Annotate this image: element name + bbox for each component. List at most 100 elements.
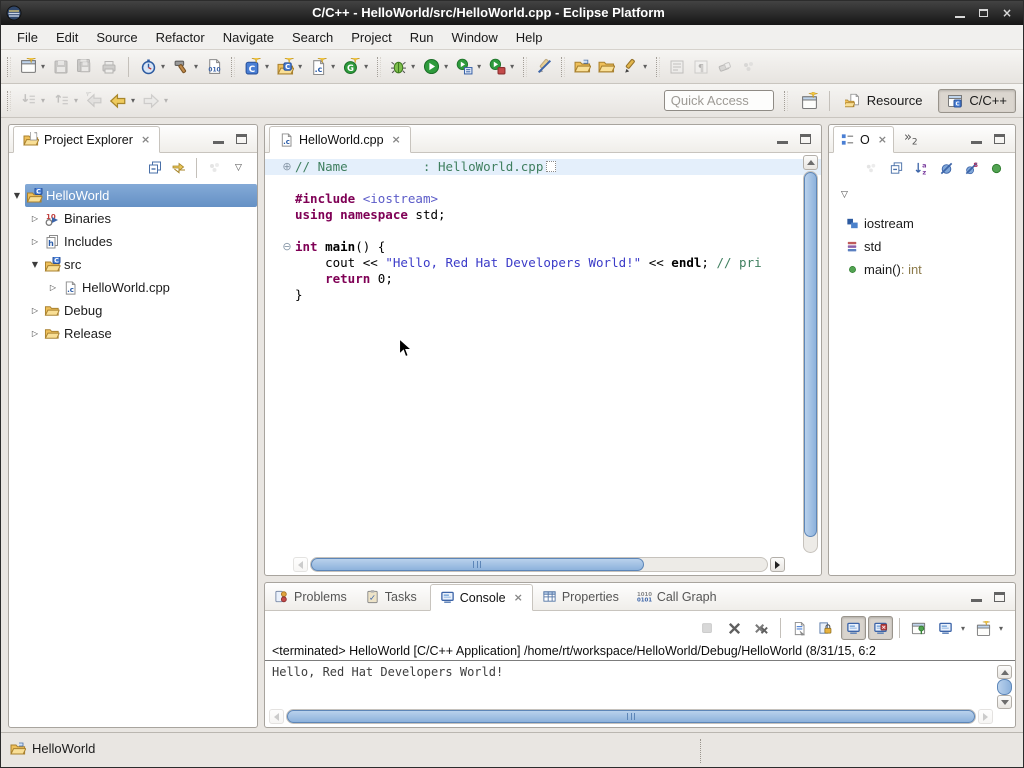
marker-pen-dropdown[interactable]: ▾	[643, 62, 647, 71]
new-gprof-button[interactable]: G	[339, 55, 363, 79]
menu-help[interactable]: Help	[507, 27, 552, 48]
tree-row-src[interactable]: ▼ src	[9, 253, 257, 276]
save-all-button[interactable]	[73, 55, 97, 79]
new-c-source-button[interactable]	[306, 55, 330, 79]
menu-run[interactable]: Run	[401, 27, 443, 48]
scroll-down-button[interactable]	[997, 695, 1012, 709]
debug-dropdown[interactable]: ▾	[411, 62, 415, 71]
open-console-button[interactable]	[971, 616, 996, 640]
clear-formatting-button[interactable]	[713, 55, 737, 79]
minimize-editor-button[interactable]	[777, 141, 788, 144]
menu-navigate[interactable]: Navigate	[214, 27, 283, 48]
console-vertical-scrollbar[interactable]	[997, 665, 1012, 711]
project-explorer-tab[interactable]: Project Explorer ×	[13, 126, 160, 153]
fold-collapsed-icon[interactable]: ⊕	[279, 159, 295, 175]
display-console-button[interactable]	[933, 616, 958, 640]
scroll-right-button[interactable]	[770, 557, 785, 572]
new-dropdown[interactable]: ▾	[41, 62, 45, 71]
debug-button[interactable]	[386, 55, 410, 79]
expander-icon[interactable]: ▷	[27, 306, 43, 315]
profile-button[interactable]	[136, 55, 160, 79]
close-icon[interactable]: ×	[878, 133, 887, 146]
menu-search[interactable]: Search	[283, 27, 342, 48]
tree-row-debug[interactable]: ▷ Debug	[9, 299, 257, 322]
scrollbar-thumb[interactable]	[311, 558, 644, 571]
new-c-project-button[interactable]	[240, 55, 264, 79]
scrollbar-thumb[interactable]	[287, 710, 975, 723]
open-perspective-button[interactable]	[798, 89, 822, 113]
perspective-cpp-button[interactable]: C C/C++	[938, 89, 1016, 113]
toolbar-drag-handle[interactable]	[523, 57, 527, 77]
maximize-view-button[interactable]	[994, 134, 1005, 144]
new-button[interactable]	[16, 55, 40, 79]
scroll-up-button[interactable]	[803, 155, 818, 170]
scrollbar-track[interactable]	[803, 171, 818, 553]
forward-dropdown[interactable]: ▾	[164, 96, 168, 105]
previous-annotation-button[interactable]	[49, 89, 73, 113]
scrollbar-thumb[interactable]	[804, 172, 817, 537]
close-icon[interactable]: ×	[141, 133, 150, 146]
menu-window[interactable]: Window	[443, 27, 507, 48]
toolbar-drag-handle[interactable]	[7, 91, 11, 111]
previous-annotation-dropdown[interactable]: ▾	[74, 96, 78, 105]
view-menu-button[interactable]: ▽	[841, 190, 848, 200]
editor-horizontal-scrollbar[interactable]	[293, 557, 785, 572]
new-gprof-dropdown[interactable]: ▾	[364, 62, 368, 71]
show-whitespace-button[interactable]: ¶	[689, 55, 713, 79]
console-horizontal-scrollbar[interactable]	[269, 709, 993, 724]
new-c-folder-dropdown[interactable]: ▾	[298, 62, 302, 71]
properties-tab[interactable]: Properties	[533, 583, 628, 610]
pin-console-button[interactable]	[906, 616, 931, 640]
minimize-view-button[interactable]	[213, 141, 224, 144]
more-tools-button[interactable]	[737, 55, 761, 79]
toolbar-drag-handle[interactable]	[561, 57, 565, 77]
run-button[interactable]	[419, 55, 443, 79]
outline-item-main[interactable]: main() : int	[829, 258, 1015, 281]
toolbar-drag-handle[interactable]	[377, 57, 381, 77]
build-button[interactable]	[169, 55, 193, 79]
expander-icon[interactable]: ▷	[27, 214, 43, 223]
console-tab[interactable]: Console ×	[430, 584, 533, 611]
link-with-editor-button[interactable]	[168, 158, 189, 178]
outline-tab[interactable]: O ×	[833, 126, 894, 153]
toolbar-drag-handle[interactable]	[7, 57, 11, 77]
focus-button[interactable]	[861, 158, 882, 178]
show-source-button[interactable]	[665, 55, 689, 79]
scrollbar-track[interactable]	[286, 709, 976, 724]
remove-launch-button[interactable]	[722, 616, 747, 640]
expander-icon[interactable]: ▼	[27, 260, 43, 269]
marker-pen-button[interactable]	[618, 55, 642, 79]
collapse-all-button[interactable]	[886, 158, 907, 178]
folded-region-indicator[interactable]	[546, 161, 556, 172]
maximize-view-button[interactable]	[236, 134, 247, 144]
view-menu-button[interactable]: ▽	[228, 158, 249, 178]
expander-icon[interactable]: ▷	[27, 237, 43, 246]
expander-icon[interactable]: ▷	[45, 283, 61, 292]
clear-console-button[interactable]	[787, 616, 812, 640]
menu-source[interactable]: Source	[87, 27, 146, 48]
menu-project[interactable]: Project	[342, 27, 400, 48]
toolbar-drag-handle[interactable]	[231, 57, 235, 77]
last-edit-location-button[interactable]	[82, 89, 106, 113]
scrollbar-thumb[interactable]	[997, 679, 1012, 695]
new-c-folder-button[interactable]	[273, 55, 297, 79]
editor-tab-helloworld-cpp[interactable]: HelloWorld.cpp ×	[269, 126, 411, 153]
window-minimize-button[interactable]	[955, 16, 965, 18]
code-editor[interactable]: ⊕// Name : HelloWorld.cpp #include <iost…	[265, 153, 821, 575]
binary-file-button[interactable]: 010	[202, 55, 226, 79]
minimize-view-button[interactable]	[971, 141, 982, 144]
focus-button[interactable]	[204, 158, 225, 178]
menu-file[interactable]: File	[8, 27, 47, 48]
next-annotation-button[interactable]	[16, 89, 40, 113]
back-dropdown[interactable]: ▾	[131, 96, 135, 105]
toolbar-drag-handle[interactable]	[784, 91, 788, 111]
outline-item-iostream[interactable]: iostream	[829, 212, 1015, 235]
call-graph-tab[interactable]: Call Graph	[628, 583, 726, 610]
menu-edit[interactable]: Edit	[47, 27, 87, 48]
editor-vertical-scrollbar[interactable]	[803, 155, 818, 553]
menu-refactor[interactable]: Refactor	[147, 27, 214, 48]
hide-fields-button[interactable]	[936, 158, 957, 178]
save-button[interactable]	[49, 55, 73, 79]
show-stdout-button[interactable]	[841, 616, 866, 640]
window-maximize-button[interactable]	[979, 9, 988, 17]
